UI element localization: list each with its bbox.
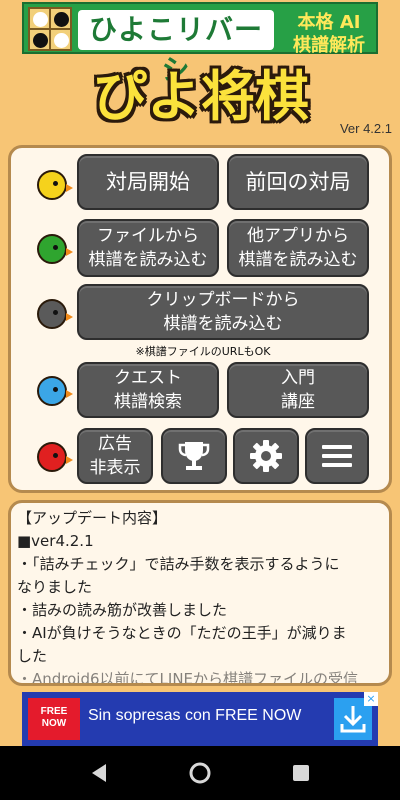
previous-game-label: 前回の対局 [245,170,351,194]
version-label: Ver 4.2.1 [339,121,392,136]
trophy-button[interactable] [161,428,227,484]
load-from-other-app-button[interactable]: 他アプリから 棋譜を読み込む [227,219,369,277]
load-file-line2: 棋譜を読み込む [88,250,208,270]
ad-text: Sin sopresas con FREE NOW [88,707,302,724]
intro-lesson-button[interactable]: 入門 講座 [227,362,369,418]
update-line: なりました [17,578,93,596]
home-icon[interactable] [187,760,213,786]
clipboard-note: ※棋譜ファイルのURLもOK [135,345,271,358]
update-line: ・「詰みチェック」で詰み手数を表示するように [17,555,340,573]
menu-icon [322,445,352,467]
intro-line1: 入門 [281,368,315,388]
reversi-board-icon [28,7,72,51]
load-from-clipboard-button[interactable]: クリップボードから 棋譜を読み込む [77,284,369,340]
ad-banner[interactable]: FREE NOW Sin sopresas con FREE NOW × [22,692,378,746]
ad-logo: FREE NOW [28,698,80,740]
main-menu-panel: 対局開始 前回の対局 ファイルから 棋譜を読み込む 他アプリから 棋譜を読み込む… [8,145,392,493]
update-line: した [17,647,48,665]
quest-line1: クエスト [114,368,182,388]
promo-subtitle-2: 棋譜解析 [293,35,365,56]
update-line: 【アップデート内容】 [17,509,168,527]
blue-chick-icon [37,376,73,406]
hide-ads-line2: 非表示 [89,458,141,478]
update-line: ・詰みの読み筋が改善しました [17,601,228,619]
hide-ads-button[interactable]: 広告 非表示 [77,428,153,484]
previous-game-button[interactable]: 前回の対局 [227,154,369,210]
gear-icon [250,440,282,472]
hamburger-menu-button[interactable] [305,428,369,484]
system-nav-bar [0,746,400,800]
update-line: ■ver4.2.1 [17,532,94,550]
clipboard-line2: 棋譜を読み込む [163,314,283,334]
update-notes-panel[interactable]: 【アップデート内容】 ■ver4.2.1 ・「詰みチェック」で詰み手数を表示する… [8,500,392,686]
hide-ads-line1: 広告 [98,434,132,454]
recents-icon[interactable] [288,760,314,786]
top-promo-banner[interactable]: ひよこリバーシ 本格 AI 棋譜解析 [22,2,378,86]
settings-button[interactable] [233,428,299,484]
ad-logo-line1: FREE [40,706,68,717]
start-game-label: 対局開始 [106,170,190,194]
red-chick-icon [37,442,73,472]
load-file-line1: ファイルから [97,226,199,246]
other-app-line2: 棋譜を読み込む [238,250,358,270]
update-line: ・AIが負けそうなときの「ただの王手」が減りま [17,624,347,642]
clipboard-line1: クリップボードから [146,290,300,310]
start-game-button[interactable]: 対局開始 [77,154,219,210]
app-logo: ぴよ将棋 [93,65,309,128]
ad-close-icon[interactable]: × [364,692,378,706]
gray-chick-icon [37,299,73,329]
quest-line2: 棋譜検索 [114,392,182,412]
promo-title: ひよこリバーシ [78,10,274,86]
load-from-file-button[interactable]: ファイルから 棋譜を読み込む [77,219,219,277]
back-icon[interactable] [86,760,112,786]
ad-logo-line2: NOW [41,718,67,729]
quest-search-button[interactable]: クエスト 棋譜検索 [77,362,219,418]
intro-line2: 講座 [281,392,315,412]
trophy-icon [178,442,210,470]
green-chick-icon [37,234,73,264]
yellow-chick-icon [37,170,73,200]
update-line: ・Android6以前にてLINEから棋譜ファイルの受信 [17,670,359,686]
other-app-line1: 他アプリから [247,226,349,246]
